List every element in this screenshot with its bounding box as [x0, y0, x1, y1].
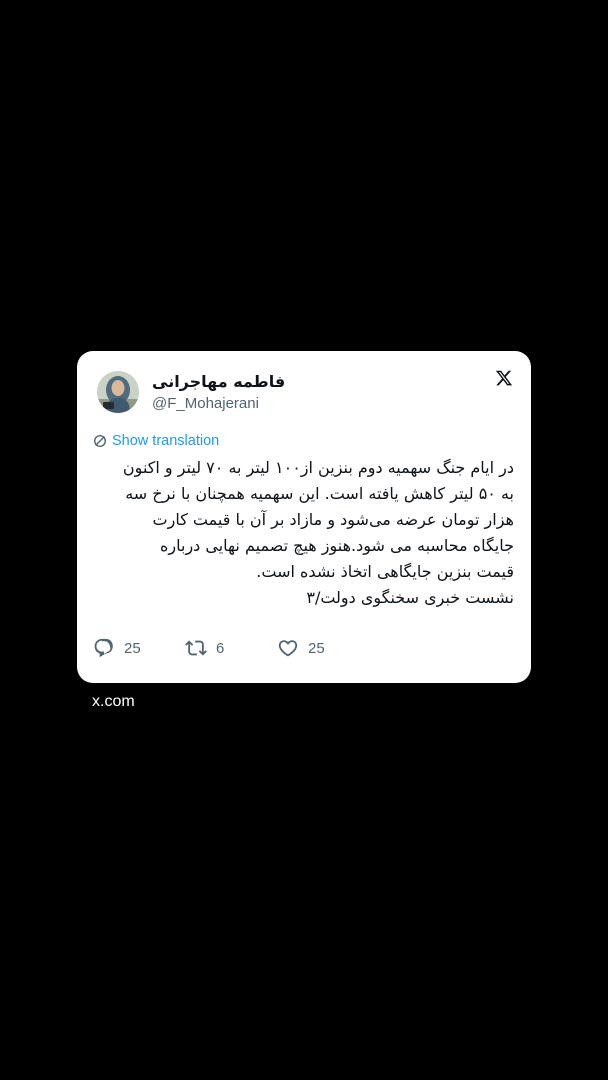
like-button[interactable]: 25 [277, 636, 325, 660]
reply-count: 25 [124, 639, 141, 657]
tweet-card[interactable]: فاطمه مهاجرانی @F_Mohajerani Show transl… [77, 351, 531, 683]
author-avatar[interactable] [97, 371, 139, 413]
show-translation-link[interactable]: Show translation [93, 432, 219, 450]
tweet-text-line: نشست خبری سخنگوی دولت/۳ [306, 588, 514, 607]
like-count: 25 [308, 639, 325, 657]
show-translation-label: Show translation [112, 433, 220, 449]
heart-icon [278, 640, 298, 657]
tweet-text: در ایام جنگ سهمیه دوم بنزین از۱۰۰ لیتر ب… [95, 455, 514, 611]
tweet-text-line: به ۵۰ لیتر کاهش یافته است. این سهمیه همچ… [125, 484, 514, 503]
avatar-image [97, 371, 139, 413]
tweet-text-line: در ایام جنگ سهمیه دوم بنزین از۱۰۰ لیتر ب… [122, 458, 514, 477]
tweet-text-line: جایگاه محاسبه می شود.هنوز هیچ تصمیم نهای… [160, 536, 514, 555]
reply-button[interactable]: 25 [93, 636, 141, 660]
tweet-actions: 25 6 25 [93, 636, 393, 660]
author-handle[interactable]: @F_Mohajerani [152, 395, 259, 412]
source-domain: x.com [92, 693, 135, 710]
repost-icon [185, 640, 207, 656]
author-display-name[interactable]: فاطمه مهاجرانی [152, 372, 285, 391]
x-logo-icon[interactable] [495, 369, 513, 387]
repost-button[interactable]: 6 [185, 636, 224, 660]
translate-icon [93, 434, 107, 448]
repost-count: 6 [216, 639, 225, 657]
tweet-text-line: هزار تومان عرضه می‌شود و مازاد بر آن با … [152, 510, 514, 529]
tweet-text-line: قیمت بنزین جایگاهی اتخاذ نشده است. [256, 562, 514, 581]
reply-icon [94, 638, 113, 658]
